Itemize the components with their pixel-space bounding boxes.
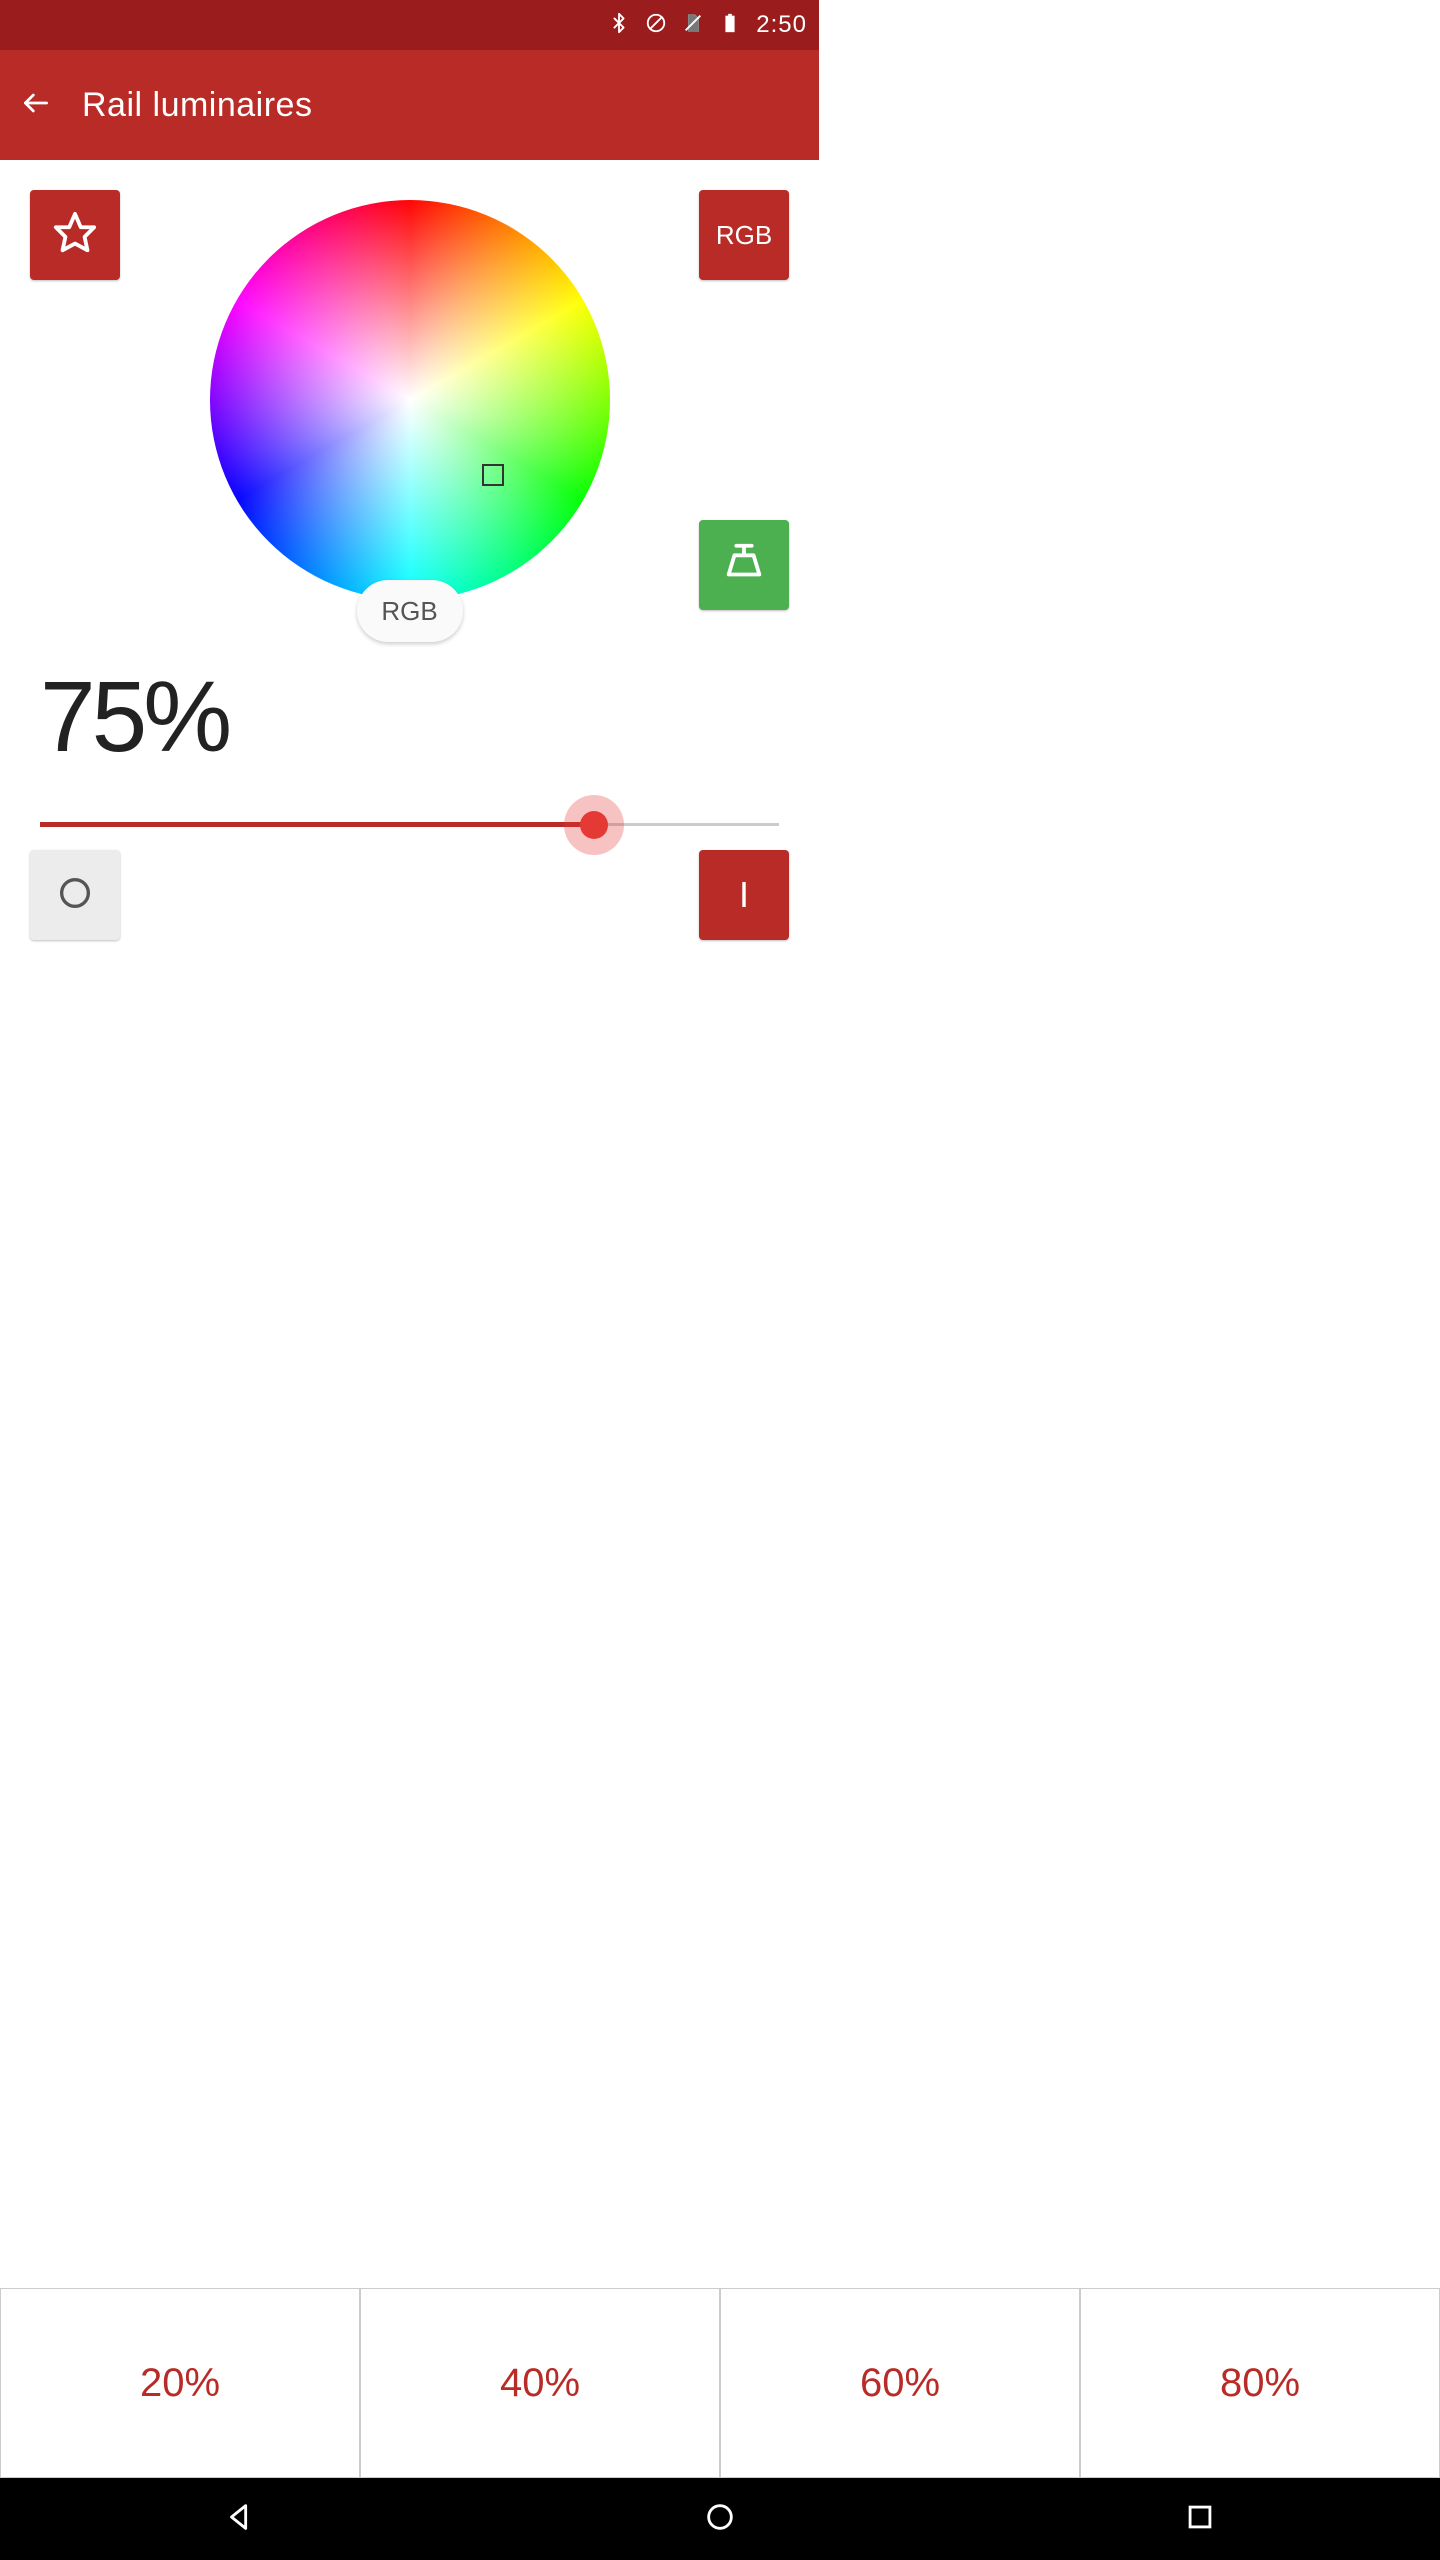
- nav-back-button[interactable]: [223, 2500, 257, 2539]
- rgb-badge[interactable]: RGB: [357, 580, 463, 642]
- preset-label: 20%: [140, 2361, 220, 2406]
- color-wheel-container: [210, 200, 610, 600]
- back-arrow-button[interactable]: [20, 87, 52, 124]
- status-time: 2:50: [756, 11, 807, 39]
- preset-label: 40%: [500, 2361, 580, 2406]
- preset-label: 60%: [860, 2361, 940, 2406]
- star-icon: [52, 210, 98, 261]
- brightness-section: 75%: [40, 660, 779, 855]
- preset-60-button[interactable]: 60%: [720, 2288, 1080, 2478]
- page-title: Rail luminaires: [82, 86, 312, 125]
- battery-icon: [719, 12, 741, 39]
- slider-thumb[interactable]: [564, 795, 624, 855]
- preset-row: 20% 40% 60% 80%: [0, 2288, 1440, 2478]
- app-bar: Rail luminaires: [0, 50, 819, 160]
- color-wheel-selector[interactable]: [482, 464, 504, 486]
- preset-80-button[interactable]: 80%: [1080, 2288, 1440, 2478]
- preset-20-button[interactable]: 20%: [0, 2288, 360, 2478]
- rgb-mode-button[interactable]: RGB: [699, 190, 789, 280]
- on-button-label: I: [739, 874, 749, 916]
- brightness-value: 75%: [40, 660, 779, 775]
- preset-40-button[interactable]: 40%: [360, 2288, 720, 2478]
- preset-label: 80%: [1220, 2361, 1300, 2406]
- off-button[interactable]: [30, 850, 120, 940]
- lamp-button[interactable]: [699, 520, 789, 610]
- content-area: RGB RGB 75% I: [0, 160, 819, 1168]
- system-nav-bar: [0, 2478, 1440, 2560]
- slider-fill: [40, 822, 594, 827]
- lamp-icon: [721, 540, 767, 591]
- rgb-mode-label: RGB: [716, 220, 772, 251]
- favorite-button[interactable]: [30, 190, 120, 280]
- no-sim-icon: [682, 12, 704, 39]
- rgb-badge-container: RGB: [357, 580, 463, 642]
- do-not-disturb-icon: [645, 12, 667, 39]
- power-off-icon: [55, 873, 95, 918]
- status-bar: 2:50: [0, 0, 819, 50]
- bluetooth-icon: [608, 12, 630, 39]
- nav-home-button[interactable]: [703, 2500, 737, 2539]
- nav-recents-button[interactable]: [1183, 2500, 1217, 2539]
- slider-thumb-inner: [580, 811, 608, 839]
- brightness-slider[interactable]: [40, 795, 779, 855]
- color-wheel[interactable]: [210, 200, 610, 600]
- rgb-badge-label: RGB: [381, 596, 437, 627]
- on-button[interactable]: I: [699, 850, 789, 940]
